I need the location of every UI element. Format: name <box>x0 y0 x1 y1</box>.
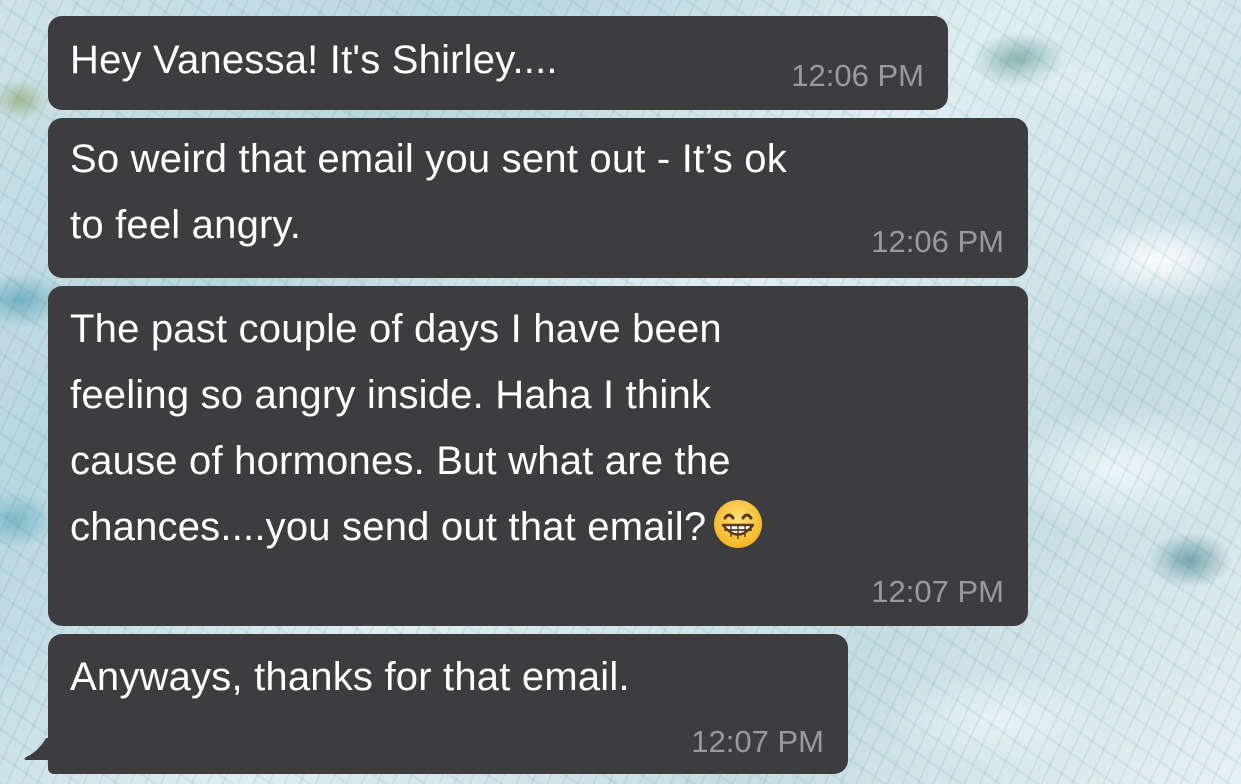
message-bubble[interactable]: So weird that email you sent out - It’s … <box>48 118 1028 278</box>
message-text: Anyways, thanks for that email. <box>70 655 630 699</box>
message-bubble[interactable]: The past couple of days I have been feel… <box>48 286 1028 626</box>
message-text: So weird that email you sent out - It’s … <box>70 137 787 247</box>
message-list[interactable]: Hey Vanessa! It's Shirley.... 12:06 PM S… <box>0 0 1241 784</box>
message-text-content: The past couple of days I have been feel… <box>70 307 731 549</box>
message-text: The past couple of days I have been feel… <box>70 296 764 560</box>
message-timestamp: 12:07 PM <box>691 724 824 759</box>
bubble-tail-icon <box>24 738 56 760</box>
message-timestamp: 12:07 PM <box>871 574 1004 609</box>
message-text: Hey Vanessa! It's Shirley.... <box>70 38 558 82</box>
message-timestamp: 12:06 PM <box>791 58 924 93</box>
message-bubble[interactable]: Hey Vanessa! It's Shirley.... 12:06 PM <box>48 16 948 110</box>
grinning-face-emoji-icon <box>714 500 763 548</box>
message-timestamp: 12:06 PM <box>871 224 1004 259</box>
message-bubble[interactable]: Anyways, thanks for that email. 12:07 PM <box>48 634 848 774</box>
